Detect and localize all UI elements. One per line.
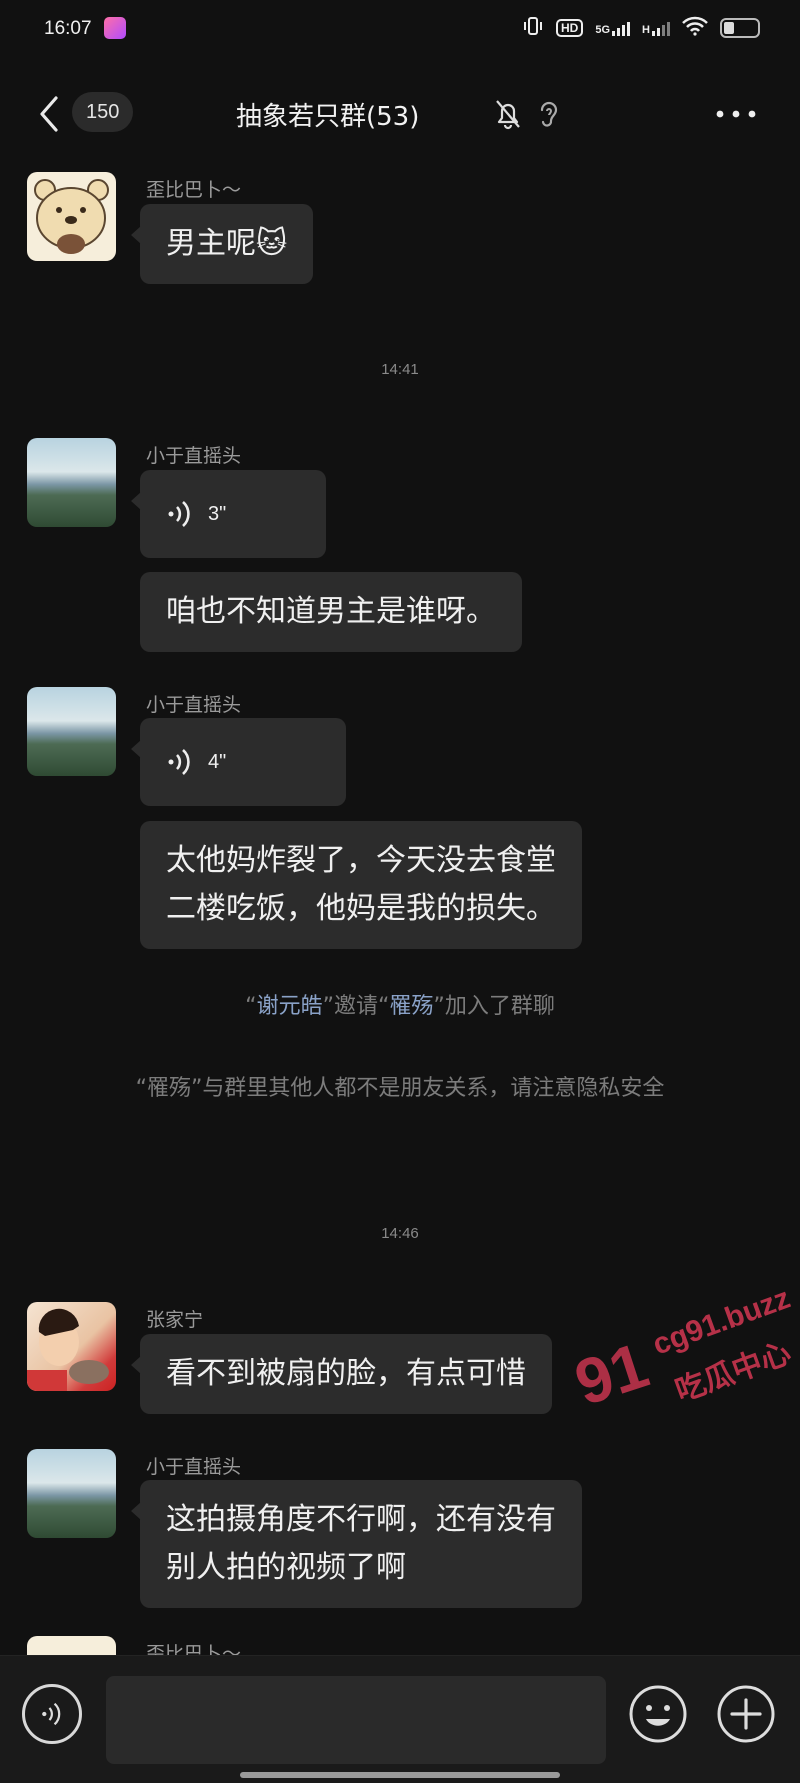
smiley-icon [629,1685,687,1743]
voice-message-bubble[interactable]: 4" [131,718,346,806]
message-bubble[interactable]: 男主呢🐱 [130,204,314,284]
chat-header: 150 抽象若只群(53) [0,82,800,148]
system-invite-notice: “谢元皓”邀请“罹殇”加入了群聊 [60,987,740,1027]
app-notification-icon [104,17,126,39]
home-indicator[interactable] [240,1772,560,1778]
avatar-child-photo[interactable] [27,1302,116,1391]
network-h-label: H [642,23,650,36]
avatar-landscape[interactable] [27,1449,116,1538]
network-5g-label: 5G [595,23,611,36]
avatar-bear[interactable] [27,172,116,261]
sender-name: 小于直摇头 [146,1456,242,1478]
chat-title[interactable]: 抽象若只群(53) [236,96,419,133]
earpiece-mode-icon [538,98,560,130]
voice-duration: 3" [208,503,227,525]
inviter-link[interactable]: 谢元皓 [257,994,323,1019]
avatar-landscape[interactable] [27,438,116,527]
sender-name: 张家宁 [146,1309,204,1331]
avatar-landscape[interactable] [27,687,116,776]
unread-count-badge[interactable]: 150 [72,92,134,132]
back-button[interactable] [34,94,64,134]
invitee-link[interactable]: 罹殇 [389,994,433,1019]
invite-text: 邀请 [333,994,378,1019]
hd-icon: HD [556,18,584,37]
message-bubble[interactable]: 这拍摄角度不行啊，还有没有 别人拍的视频了啊 [131,1480,582,1608]
add-attachment-button[interactable] [716,1684,776,1744]
mute-bell-icon [494,98,522,130]
message-input[interactable] [106,1676,606,1764]
battery-icon [720,17,760,38]
vibrate-icon [522,17,544,38]
voice-wave-icon [42,1702,61,1726]
more-options-button[interactable] [714,98,758,130]
sender-name: 小于直摇头 [146,694,242,716]
sender-name: 歪比巴卜～ [146,179,242,201]
sender-name: 小于直摇头 [146,445,242,467]
voice-input-button[interactable] [22,1684,82,1744]
join-text: 加入了群聊 [444,994,555,1019]
wifi-icon [682,16,708,39]
status-bar: 16:07 HD 5G H [0,0,800,60]
child-photo-icon [27,1308,109,1391]
more-dots-icon [716,110,756,118]
quote-mark: “ [378,994,390,1019]
message-bubble[interactable]: 太他妈炸裂了，今天没去食堂 二楼吃饭，他妈是我的损失。 [140,821,582,949]
quote-mark: ” [433,994,445,1019]
privacy-notice: “罹殇”与群里其他人都不是朋友关系，请注意隐私安全 [135,1076,665,1101]
quote-mark: ” [322,994,334,1019]
plus-icon [717,1685,775,1743]
watermark-number: 91 [566,1328,657,1420]
emoji-button[interactable] [628,1684,688,1744]
voice-wave-icon [168,749,190,775]
voice-duration: 4" [208,751,227,773]
timestamp: 14:41 [381,361,419,378]
message-bubble[interactable]: 看不到被扇的脸，有点可惜 [131,1334,552,1414]
bear-avatar-icon [34,179,109,254]
timestamp: 14:46 [381,1225,419,1242]
voice-message-bubble[interactable]: 3" [131,470,326,558]
signal-5g-icon: 5G [595,20,631,36]
voice-wave-icon [168,501,190,527]
avatar-bear[interactable] [27,1636,116,1655]
status-time: 16:07 [44,18,92,39]
watermark: 91 cg91.buzz 吃瓜中心 [560,1282,800,1435]
quote-mark: “ [245,994,257,1019]
input-bar [0,1655,800,1783]
signal-h-icon: H [642,20,670,36]
back-arrow-icon [40,96,58,132]
status-icons: HD 5G H [522,16,760,39]
message-bubble[interactable]: 咱也不知道男主是谁呀。 [140,572,522,652]
